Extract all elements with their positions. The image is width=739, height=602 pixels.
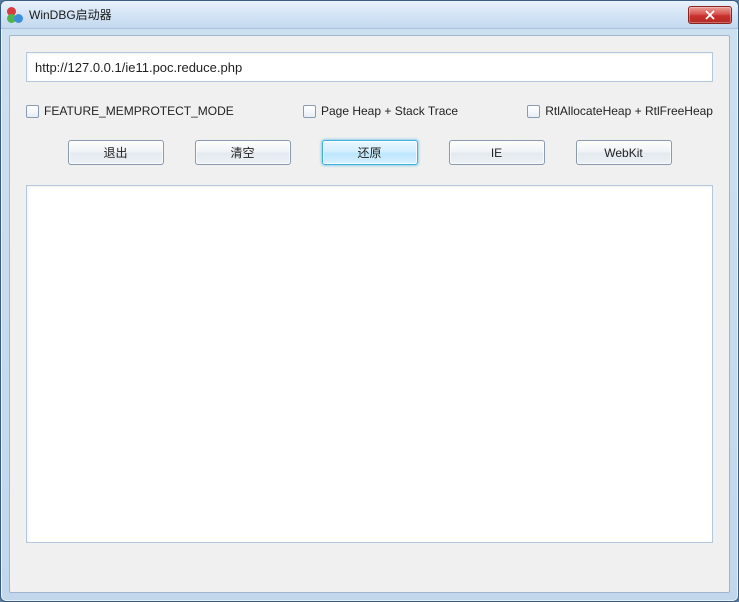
window-title: WinDBG启动器 [29, 6, 688, 23]
checkbox-memprotect[interactable]: FEATURE_MEMPROTECT_MODE [26, 104, 234, 118]
checkbox-pageheap[interactable]: Page Heap + Stack Trace [303, 104, 458, 118]
checkbox-memprotect-label: FEATURE_MEMPROTECT_MODE [44, 104, 234, 118]
close-button[interactable] [688, 6, 732, 24]
webkit-button[interactable]: WebKit [576, 140, 672, 165]
webkit-button-label: WebKit [604, 146, 642, 160]
exit-button-label: 退出 [103, 144, 127, 161]
checkbox-row: FEATURE_MEMPROTECT_MODE Page Heap + Stac… [26, 104, 713, 118]
checkbox-rtlheap-label: RtlAllocateHeap + RtlFreeHeap [545, 104, 713, 118]
url-input[interactable] [26, 52, 713, 82]
ie-button[interactable]: IE [449, 140, 545, 165]
checkbox-box-icon[interactable] [303, 105, 316, 118]
app-window: WinDBG启动器 FEATURE_MEMPROTECT_MODE Page H… [0, 0, 739, 602]
close-icon [705, 10, 715, 20]
exit-button[interactable]: 退出 [68, 140, 164, 165]
output-textarea[interactable] [26, 185, 713, 543]
checkbox-box-icon[interactable] [527, 105, 540, 118]
checkbox-pageheap-label: Page Heap + Stack Trace [321, 104, 458, 118]
restore-button[interactable]: 还原 [322, 140, 418, 165]
checkbox-rtlheap[interactable]: RtlAllocateHeap + RtlFreeHeap [527, 104, 713, 118]
client-area: FEATURE_MEMPROTECT_MODE Page Heap + Stac… [9, 35, 730, 593]
app-icon [7, 7, 23, 23]
titlebar[interactable]: WinDBG启动器 [1, 1, 738, 29]
checkbox-box-icon[interactable] [26, 105, 39, 118]
button-row: 退出 清空 还原 IE WebKit [26, 140, 713, 165]
ie-button-label: IE [491, 146, 502, 160]
restore-button-label: 还原 [357, 144, 381, 161]
clear-button-label: 清空 [230, 144, 254, 161]
clear-button[interactable]: 清空 [195, 140, 291, 165]
